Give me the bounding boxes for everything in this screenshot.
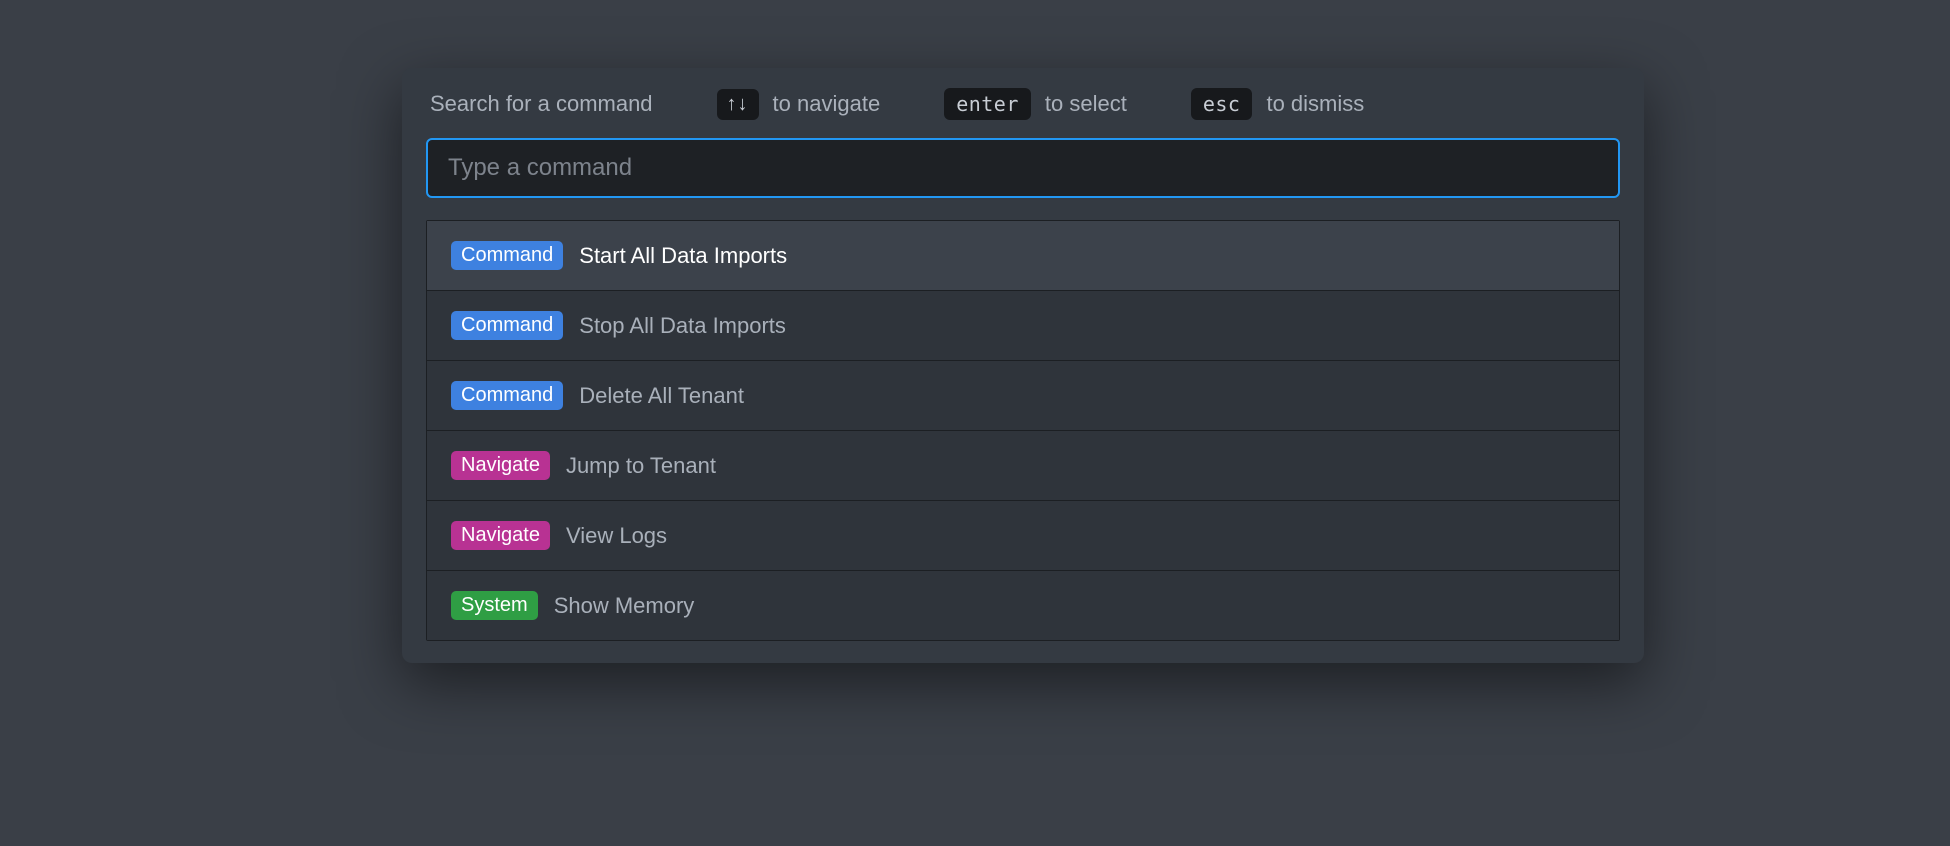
system-badge: System bbox=[451, 591, 538, 620]
hint-dismiss: esc to dismiss bbox=[1191, 88, 1364, 120]
command-label: Start All Data Imports bbox=[579, 243, 787, 269]
command-badge: Command bbox=[451, 241, 563, 270]
hint-select: enter to select bbox=[944, 88, 1127, 120]
arrow-keys-icon: ↑↓ bbox=[717, 89, 759, 120]
results-list: Command Start All Data Imports Command Stop… bbox=[426, 220, 1620, 641]
navigate-badge: Navigate bbox=[451, 451, 550, 480]
navigate-badge: Navigate bbox=[451, 521, 550, 550]
result-row[interactable]: Navigate View Logs bbox=[427, 501, 1619, 571]
hint-select-label: to select bbox=[1045, 91, 1127, 117]
result-row[interactable]: Command Delete All Tenant bbox=[427, 361, 1619, 431]
command-badge: Command bbox=[451, 381, 563, 410]
command-palette: Search for a command ↑↓ to navigate ente… bbox=[402, 68, 1644, 663]
hint-bar: Search for a command ↑↓ to navigate ente… bbox=[430, 88, 1620, 120]
command-label: Delete All Tenant bbox=[579, 383, 744, 409]
command-label: Jump to Tenant bbox=[566, 453, 716, 479]
result-row[interactable]: System Show Memory bbox=[427, 571, 1619, 640]
command-search-input[interactable] bbox=[426, 138, 1620, 198]
enter-key-icon: enter bbox=[944, 88, 1031, 120]
command-badge: Command bbox=[451, 311, 563, 340]
result-row[interactable]: Command Stop All Data Imports bbox=[427, 291, 1619, 361]
command-label: View Logs bbox=[566, 523, 667, 549]
result-row[interactable]: Navigate Jump to Tenant bbox=[427, 431, 1619, 501]
hint-prompt: Search for a command bbox=[430, 91, 653, 117]
result-row[interactable]: Command Start All Data Imports bbox=[427, 221, 1619, 291]
hint-navigate-label: to navigate bbox=[773, 91, 881, 117]
hint-dismiss-label: to dismiss bbox=[1266, 91, 1364, 117]
esc-key-icon: esc bbox=[1191, 88, 1253, 120]
command-label: Stop All Data Imports bbox=[579, 313, 786, 339]
hint-navigate: ↑↓ to navigate bbox=[717, 89, 881, 120]
command-label: Show Memory bbox=[554, 593, 695, 619]
